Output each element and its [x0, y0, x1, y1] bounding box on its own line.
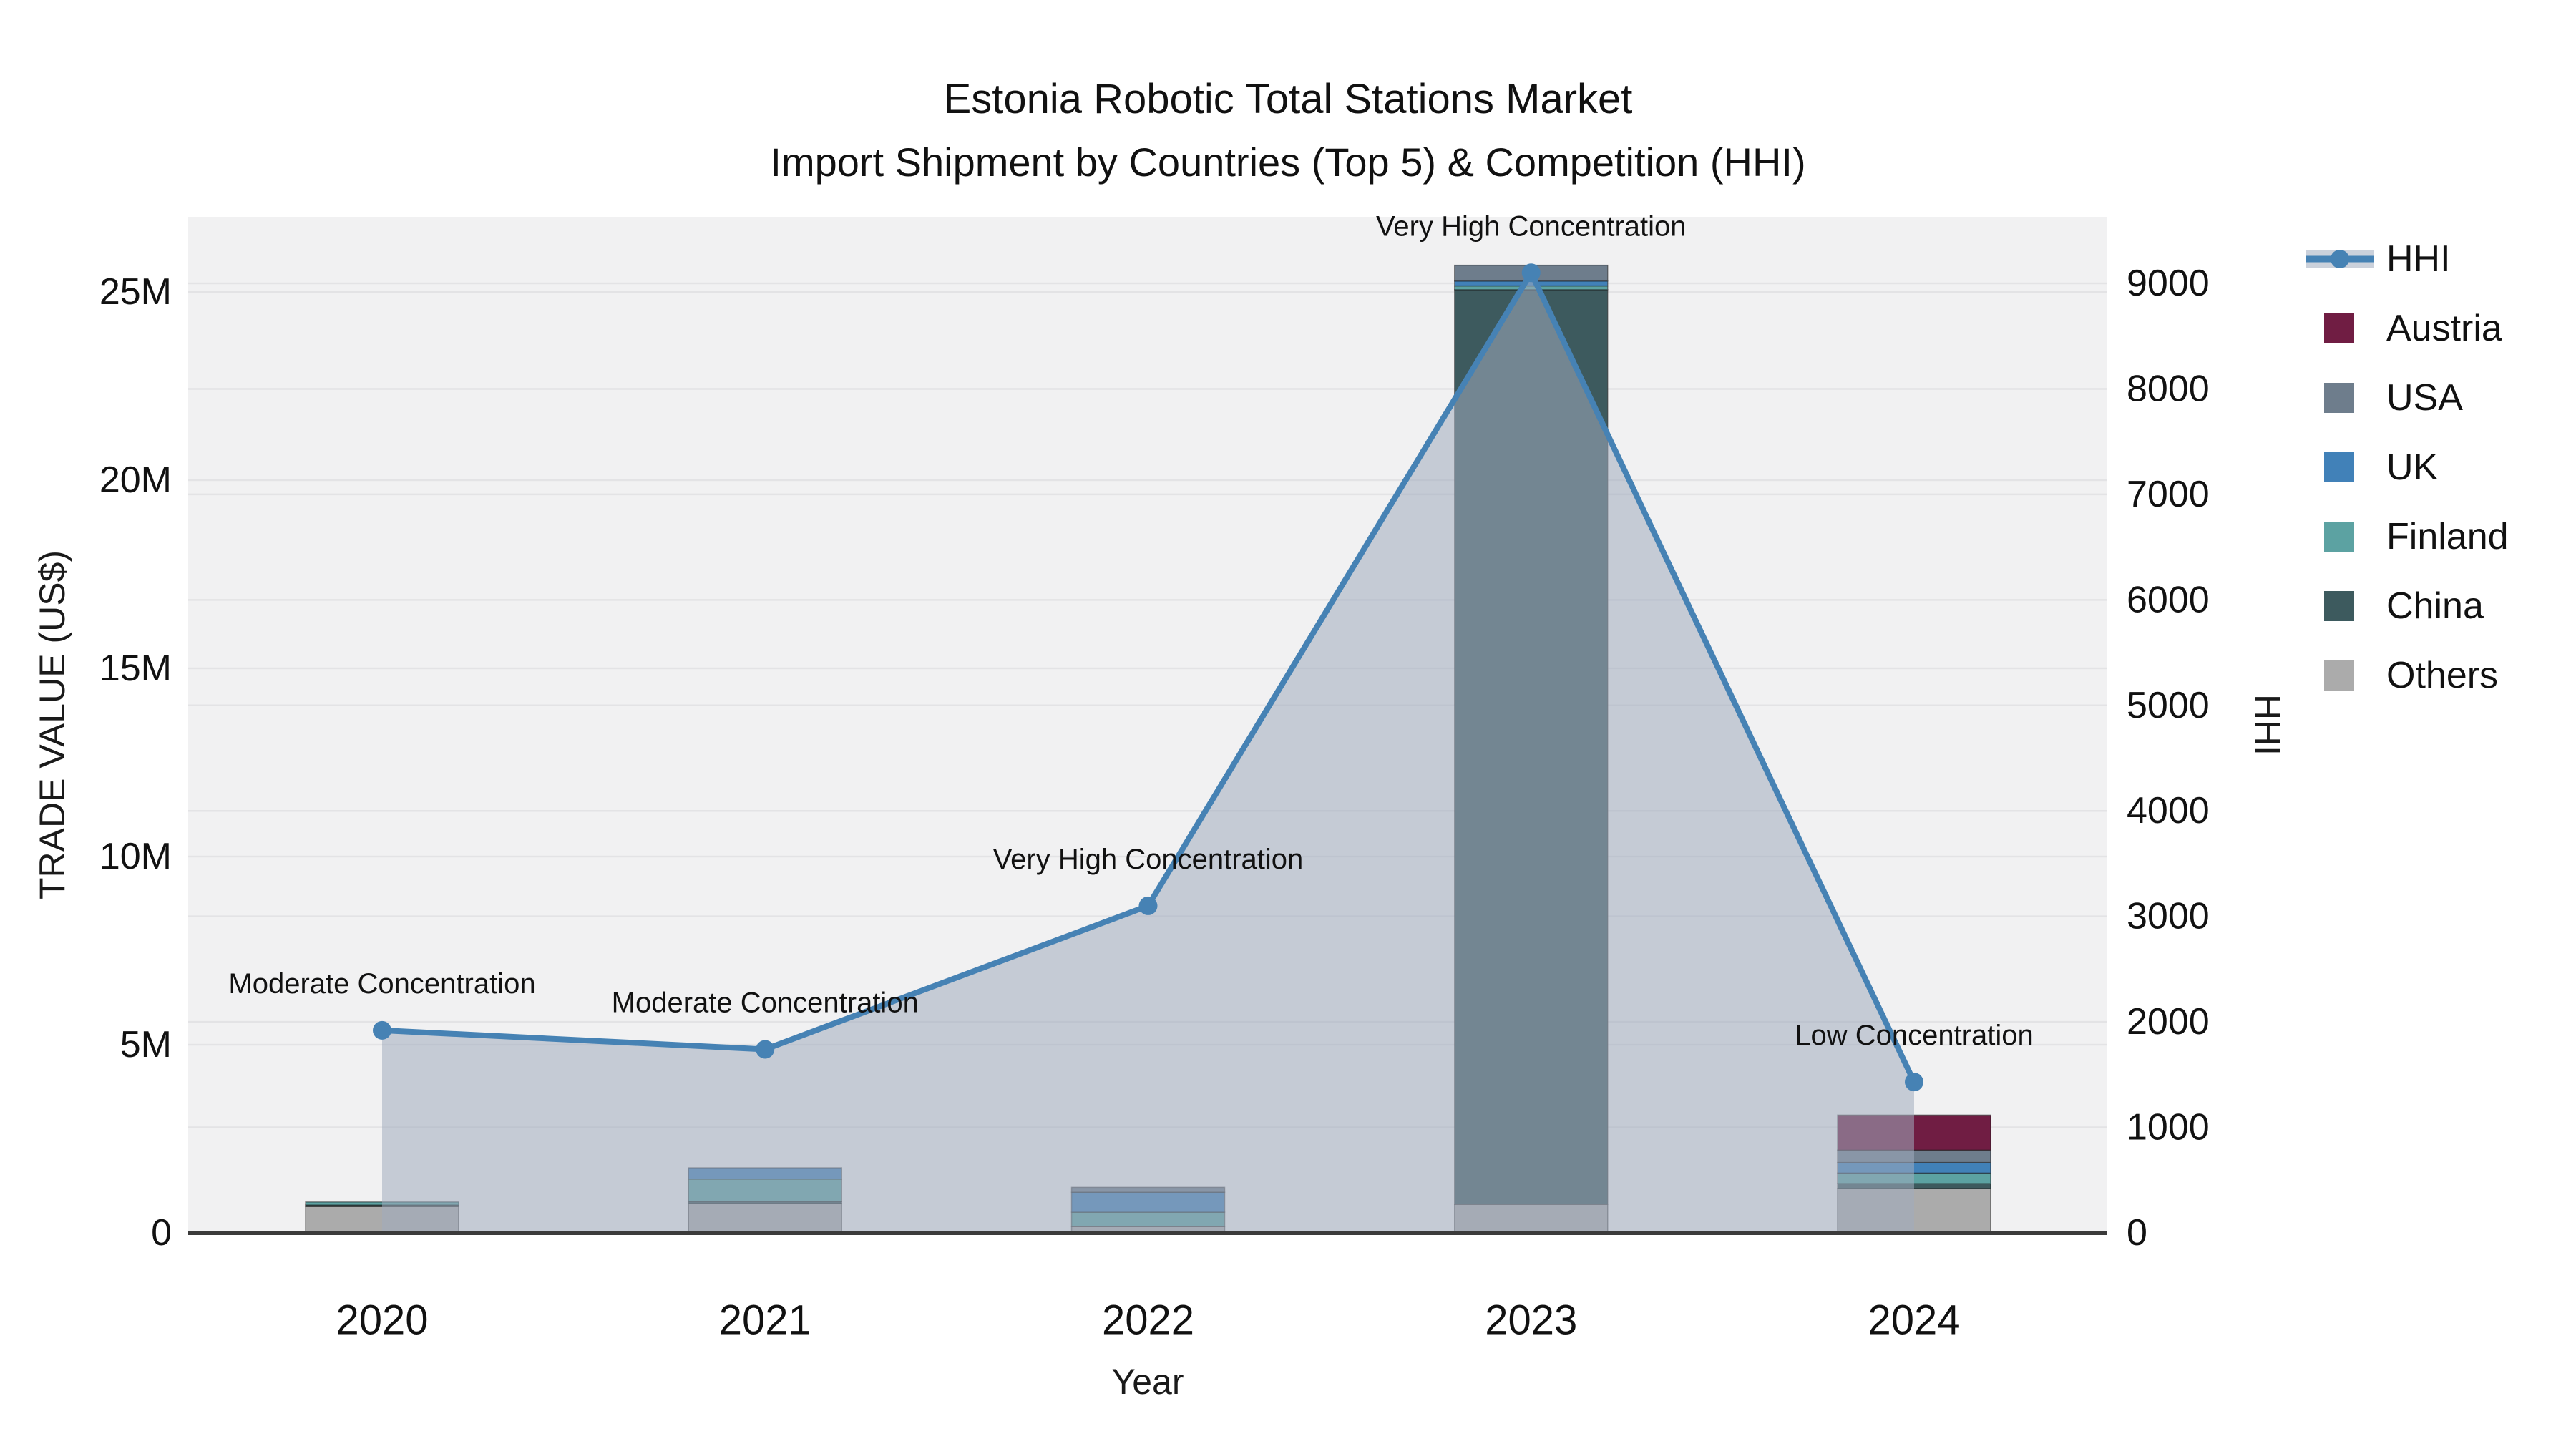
hhi-marker-2022	[1138, 896, 1158, 915]
legend-label-austria: Austria	[2386, 308, 2502, 349]
hhi-marker-2021	[756, 1040, 775, 1059]
figure: Estonia Robotic Total Stations Market Im…	[0, 0, 2576, 1449]
annotation-2022: Very High Concentration	[993, 844, 1304, 875]
y-left-tick-5M: 5M	[120, 1024, 172, 1065]
y-right-tick-5000: 5000	[2127, 685, 2210, 726]
legend-item-austria[interactable]: Austria	[2324, 308, 2502, 349]
legend-label-china: China	[2386, 585, 2484, 627]
y-right-tick-4000: 4000	[2127, 790, 2210, 831]
x-tick-2024: 2024	[1868, 1297, 1960, 1344]
y-right-tick-9000: 9000	[2127, 263, 2210, 304]
legend-label-uk: UK	[2386, 447, 2439, 488]
legend-item-others[interactable]: Others	[2324, 655, 2498, 696]
legend-item-china[interactable]: China	[2324, 585, 2484, 627]
y-right-tick-1000: 1000	[2127, 1107, 2210, 1148]
y-right-tick-0: 0	[2127, 1212, 2147, 1254]
x-tick-2023: 2023	[1485, 1297, 1577, 1344]
y-left-tick-10M: 10M	[99, 836, 172, 877]
x-tick-2020: 2020	[336, 1297, 428, 1344]
chart-subtitle: Import Shipment by Countries (Top 5) & C…	[770, 140, 1805, 185]
legend-label-usa: USA	[2386, 377, 2463, 419]
y-right-tick-8000: 8000	[2127, 368, 2210, 409]
legend-swatch-uk	[2324, 452, 2354, 482]
y-left-tick-20M: 20M	[99, 459, 172, 501]
legend-label-others: Others	[2386, 655, 2498, 696]
y-left-tick-25M: 25M	[99, 271, 172, 313]
y-right-axis-title: HHI	[2248, 694, 2288, 756]
y-right-tick-2000: 2000	[2127, 1001, 2210, 1043]
legend-item-uk[interactable]: UK	[2324, 447, 2439, 488]
hhi-marker-2023	[1521, 263, 1541, 283]
annotation-2024: Low Concentration	[1795, 1020, 2034, 1051]
y-left-tick-15M: 15M	[99, 648, 172, 689]
annotation-2021: Moderate Concentration	[612, 987, 919, 1018]
legend-hhi-marker-swatch	[2331, 250, 2349, 268]
x-tick-2022: 2022	[1102, 1297, 1194, 1344]
hhi-marker-2020	[373, 1020, 391, 1040]
legend-item-hhi[interactable]: HHI	[2306, 238, 2451, 280]
legend-item-usa[interactable]: USA	[2324, 377, 2463, 419]
legend-label-finland: Finland	[2386, 516, 2509, 557]
chart-svg: Estonia Robotic Total Stations Market Im…	[32, 76, 2509, 1402]
chart-title: Estonia Robotic Total Stations Market	[944, 76, 1633, 122]
x-tick-2021: 2021	[719, 1297, 811, 1344]
y-right-tick-3000: 3000	[2127, 896, 2210, 937]
legend-swatch-others	[2324, 660, 2354, 691]
legend-swatch-china	[2324, 591, 2354, 621]
legend-label-hhi: HHI	[2386, 238, 2451, 280]
legend-swatch-finland	[2324, 522, 2354, 552]
legend-swatch-austria	[2324, 313, 2354, 343]
x-axis-title: Year	[1111, 1362, 1184, 1402]
legend-item-finland[interactable]: Finland	[2324, 516, 2509, 557]
y-left-axis-title: TRADE VALUE (US$)	[32, 550, 72, 899]
y-right-tick-6000: 6000	[2127, 579, 2210, 620]
y-left-tick-0: 0	[151, 1212, 172, 1254]
y-right-tick-7000: 7000	[2127, 474, 2210, 515]
legend-swatch-usa	[2324, 383, 2354, 413]
annotation-2023: Very High Concentration	[1376, 210, 1687, 242]
annotation-2020: Moderate Concentration	[228, 968, 535, 1000]
hhi-marker-2024	[1905, 1073, 1923, 1092]
